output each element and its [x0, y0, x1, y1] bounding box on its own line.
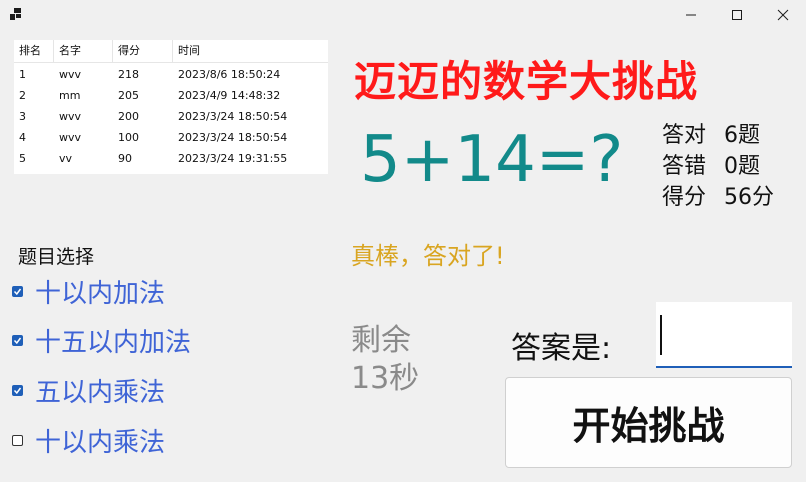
column-header-rank[interactable]: 排名	[14, 40, 54, 62]
maximize-button[interactable]	[714, 0, 760, 30]
name-cell: wvv	[59, 110, 82, 123]
topic-option-label: 五以内乘法	[35, 377, 166, 408]
rank-cell: 5	[19, 152, 26, 165]
stats-panel: 答对 6题 答错 0题 得分 56分	[662, 120, 774, 213]
minimize-button[interactable]	[668, 0, 714, 30]
name-cell: mm	[59, 89, 81, 102]
table-header: 排名 名字 得分 时间	[14, 40, 328, 63]
start-challenge-button[interactable]: 开始挑战	[505, 377, 792, 468]
column-header-time[interactable]: 时间	[173, 40, 328, 62]
time-cell: 2023/4/9 14:48:32	[178, 89, 281, 102]
time-cell: 2023/3/24 18:50:54	[178, 110, 288, 123]
close-icon	[777, 9, 789, 21]
score-cell: 205	[118, 89, 139, 102]
answer-input[interactable]	[656, 302, 792, 368]
checkbox-checked-icon[interactable]	[12, 334, 23, 346]
table-row[interactable]: 1 wvv 218 2023/8/6 18:50:24	[14, 64, 328, 85]
rank-cell: 3	[19, 110, 26, 123]
topic-checkbox-add-15[interactable]: 十五以内加法	[12, 322, 232, 358]
question-text: 5+14=?	[360, 123, 624, 197]
topic-option-label: 十五以内加法	[35, 327, 192, 358]
leaderboard-table[interactable]: 排名 名字 得分 时间 1 wvv 218 2023/8/6 18:50:24 …	[14, 40, 328, 174]
score-cell: 200	[118, 110, 139, 123]
game-title: 迈迈的数学大挑战	[354, 57, 699, 106]
correct-value: 6题	[724, 123, 760, 148]
topic-option-label: 十以内加法	[35, 278, 166, 309]
table-row[interactable]: 3 wvv 200 2023/3/24 18:50:54	[14, 106, 328, 127]
time-cell: 2023/8/6 18:50:24	[178, 68, 281, 81]
timer-seconds: 13秒	[351, 361, 420, 396]
score-cell: 100	[118, 131, 139, 144]
topic-option-label: 十以内乘法	[35, 427, 166, 458]
close-button[interactable]	[760, 0, 806, 30]
column-header-name[interactable]: 名字	[54, 40, 113, 62]
table-row[interactable]: 2 mm 205 2023/4/9 14:48:32	[14, 85, 328, 106]
time-cell: 2023/3/24 19:31:55	[178, 152, 288, 165]
answer-label: 答案是:	[511, 331, 612, 366]
table-row[interactable]: 4 wvv 100 2023/3/24 18:50:54	[14, 127, 328, 148]
correct-label: 答对	[662, 123, 707, 148]
wrong-label: 答错	[662, 154, 707, 179]
rank-cell: 2	[19, 89, 26, 102]
timer-display: 剩余 13秒	[351, 322, 419, 398]
title-bar	[0, 0, 806, 30]
rank-cell: 4	[19, 131, 26, 144]
wrong-value: 0题	[724, 154, 760, 179]
minimize-icon	[686, 14, 696, 16]
name-cell: vv	[59, 152, 73, 165]
time-cell: 2023/3/24 18:50:54	[178, 131, 288, 144]
text-caret	[660, 315, 662, 355]
score-cell: 90	[118, 152, 132, 165]
maximize-icon	[732, 10, 742, 20]
topic-selection-label: 题目选择	[18, 246, 95, 268]
name-cell: wvv	[59, 131, 82, 144]
score-cell: 218	[118, 68, 139, 81]
topic-checkbox-add-10[interactable]: 十以内加法	[12, 273, 232, 309]
column-header-score[interactable]: 得分	[113, 40, 173, 62]
table-row[interactable]: 5 vv 90 2023/3/24 19:31:55	[14, 148, 328, 169]
timer-label: 剩余	[351, 323, 411, 358]
topic-checkbox-mul-5[interactable]: 五以内乘法	[12, 372, 232, 408]
score-label: 得分	[662, 185, 707, 210]
checkbox-checked-icon[interactable]	[12, 384, 23, 396]
feedback-message: 真棒，答对了!	[351, 242, 505, 270]
name-cell: wvv	[59, 68, 82, 81]
app-icon	[10, 8, 22, 20]
score-value: 56分	[724, 185, 774, 210]
checkbox-checked-icon[interactable]	[12, 285, 23, 297]
topic-checkbox-mul-10[interactable]: 十以内乘法	[12, 422, 232, 458]
rank-cell: 1	[19, 68, 26, 81]
checkbox-unchecked-icon[interactable]	[12, 434, 23, 446]
